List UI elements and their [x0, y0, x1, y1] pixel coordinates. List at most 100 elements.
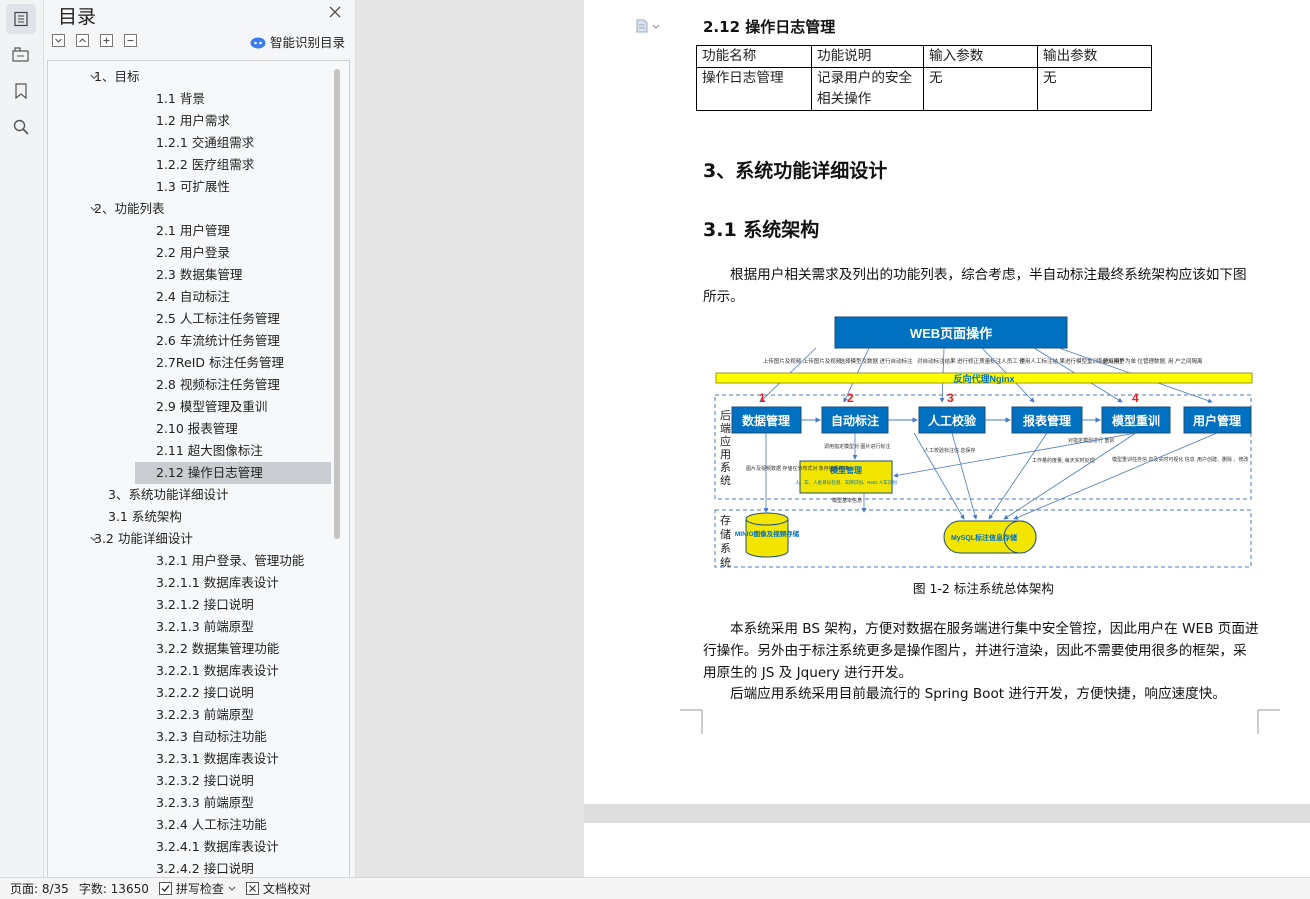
toc-item[interactable]: 3.2.1.2 接口说明: [48, 594, 331, 616]
model-box-sub: 人、车、人脸目标检测、车牌识别、ReID 人车识别: [795, 479, 897, 486]
toc-item-label: 3.2.3.1 数据库表设计: [156, 751, 279, 766]
step-number: 3: [947, 391, 954, 405]
backend-label: 后端应用系统: [720, 409, 731, 487]
toc-item[interactable]: 2.1 用户管理: [48, 220, 331, 242]
toc-item[interactable]: 3.2.4.2 接口说明: [48, 858, 331, 877]
toc-item-label: 3.2.2.2 接口说明: [156, 685, 254, 700]
module-label: 报表管理: [1023, 413, 1071, 428]
toc-item[interactable]: 2.7ReID 标注任务管理: [48, 352, 331, 374]
toc-toolbar: [52, 34, 137, 47]
toc-item[interactable]: 2.6 车流统计任务管理: [48, 330, 331, 352]
toc-pane: 目录 智能识别目录 1、目标 1.1 背景 1.2 用户需求 1.2.1 交通组需求 1…: [44, 0, 356, 878]
toc-item[interactable]: 2.8 视频标注任务管理: [48, 374, 331, 396]
toc-item[interactable]: 3.2.2.2 接口说明: [48, 682, 331, 704]
toc-item[interactable]: 2.12 操作日志管理: [135, 462, 331, 484]
toc-item[interactable]: 3.2.3.1 数据库表设计: [48, 748, 331, 770]
proofread-button[interactable]: 文档校对: [245, 880, 311, 897]
toc-item-label: 3.2.4 人工标注功能: [156, 817, 267, 832]
toc-item[interactable]: 2.4 自动标注: [48, 286, 331, 308]
toc-item[interactable]: 3、系统功能详细设计: [48, 484, 331, 506]
spell-check-label: 拼写检查: [175, 882, 224, 896]
paragraph-1-line2: 所示。: [703, 289, 744, 305]
table-header-cell: 功能名称: [696, 45, 812, 68]
paragraph-1-line1: 根据用户相关需求及列出的功能列表，综合考虑，半自动标注最终系统架构应该如下图: [730, 267, 1247, 283]
toc-item[interactable]: 3.2.2.3 前端原型: [48, 704, 331, 726]
page-indicator[interactable]: 页面: 8/35: [10, 880, 69, 897]
document-outline-icon[interactable]: [636, 18, 662, 37]
side-rail: [0, 0, 44, 877]
toc-item[interactable]: 1.2.1 交通组需求: [48, 132, 331, 154]
note-users: 系统以用户为单 位管理数据, 用 户之间隔离: [1097, 357, 1203, 365]
toc-item[interactable]: 3.2.4.1 数据库表设计: [48, 836, 331, 858]
toc-item[interactable]: 3.2.2 数据集管理功能: [48, 638, 331, 660]
toc-item[interactable]: 3.2.1.3 前端原型: [48, 616, 331, 638]
toc-item-label: 3.2.1.1 数据库表设计: [156, 575, 279, 590]
table-cell-line2: 相关操作: [817, 91, 872, 107]
architecture-diagram: WEB页面操作 上传图片及视频 上传图片及视频 选择模型及数据 进行自动标注 对…: [714, 316, 1253, 569]
toc-item[interactable]: 3.2.2.1 数据库表设计: [48, 660, 331, 682]
minus-icon[interactable]: [124, 34, 137, 47]
toc-item[interactable]: 1.2.2 医疗组需求: [48, 154, 331, 176]
module-label: 数据管理: [742, 413, 790, 428]
toc-item-label: 3.2.1.2 接口说明: [156, 597, 254, 612]
chevron-down-icon: [228, 886, 236, 891]
proofread-icon: [245, 882, 259, 895]
toc-item[interactable]: 3.2.1.1 数据库表设计: [48, 572, 331, 594]
toc-item[interactable]: 1.2 用户需求: [48, 110, 331, 132]
toc-item-label: 3、系统功能详细设计: [108, 487, 229, 502]
toc-item[interactable]: 1、目标: [48, 66, 331, 88]
paragraph-3: 后端应用系统采用目前最流行的 Spring Boot 进行开发，方便快捷，响应速…: [730, 686, 1226, 702]
toc-item[interactable]: 2、功能列表: [48, 198, 331, 220]
search-icon[interactable]: [6, 112, 36, 142]
proofread-label: 文档校对: [262, 882, 311, 896]
toc-item[interactable]: 2.9 模型管理及重训: [48, 396, 331, 418]
toc-item[interactable]: 2.2 用户登录: [48, 242, 331, 264]
close-icon[interactable]: [327, 4, 343, 20]
toc-item-label: 3.2.1.3 前端原型: [156, 619, 254, 634]
note-retrain-info: 模型重训任务信 息及实时可视化 信息: [1112, 456, 1195, 463]
minio-label: MINIO图像及视频存储: [735, 529, 800, 538]
toc-item-label: 2.9 模型管理及重训: [156, 399, 268, 414]
note-auto: 选择模型及数据 进行自动标注: [839, 357, 913, 365]
svg-text:统: 统: [720, 556, 731, 569]
toc-item[interactable]: 2.5 人工标注任务管理: [48, 308, 331, 330]
smart-toc-button[interactable]: 智能识别目录: [250, 32, 345, 51]
toc-item[interactable]: 2.10 报表管理: [48, 418, 331, 440]
storage-label: 存储系统: [720, 513, 731, 569]
spell-check-toggle[interactable]: 拼写检查: [158, 880, 236, 897]
bookmark-icon[interactable]: [6, 76, 36, 106]
toc-item[interactable]: 3.2.1 用户登录、管理功能: [48, 550, 331, 572]
toc-item-label: 3.2.2.3 前端原型: [156, 707, 254, 722]
toc-item[interactable]: 1.3 可扩展性: [48, 176, 331, 198]
toc-item-label: 2.11 超大图像标注: [156, 443, 263, 458]
heading-3: 3、系统功能详细设计: [703, 160, 888, 182]
toc-item[interactable]: 2.3 数据集管理: [48, 264, 331, 286]
toc-item[interactable]: 1.1 背景: [48, 88, 331, 110]
toc-item[interactable]: 3.2.3.3 前端原型: [48, 792, 331, 814]
toc-scrollbar[interactable]: [334, 69, 340, 539]
toc-item[interactable]: 3.2 功能详细设计: [48, 528, 331, 550]
toc-item-label: 1.2.1 交通组需求: [156, 135, 255, 150]
toc-item[interactable]: 3.2.3 自动标注功能: [48, 726, 331, 748]
plus-icon[interactable]: [100, 34, 113, 47]
expand-up-icon[interactable]: [76, 34, 89, 47]
toc-item-label: 1.3 可扩展性: [156, 179, 230, 194]
toc-item[interactable]: 2.11 超大图像标注: [48, 440, 331, 462]
navigation-icon[interactable]: [6, 40, 36, 70]
toc-item-label: 2.5 人工标注任务管理: [156, 311, 280, 326]
toc-panel-icon[interactable]: [6, 4, 36, 34]
web-label: WEB页面操作: [910, 326, 992, 341]
toc-item[interactable]: 3.2.3.2 接口说明: [48, 770, 331, 792]
module-label: 人工校验: [928, 413, 977, 428]
document-page-next: [584, 823, 1310, 877]
toc-item[interactable]: 3.1 系统架构: [48, 506, 331, 528]
toc-item-label: 2.7ReID 标注任务管理: [156, 355, 284, 370]
collapse-down-icon[interactable]: [52, 34, 65, 47]
toc-item[interactable]: 3.2.4 人工标注功能: [48, 814, 331, 836]
module-label: 自动标注: [831, 413, 879, 428]
word-count[interactable]: 字数: 13650: [79, 880, 149, 897]
toc-tree: 1、目标 1.1 背景 1.2 用户需求 1.2.1 交通组需求 1.2.2 医疗组需求…: [47, 60, 350, 878]
smart-toc-label: 智能识别目录: [269, 35, 345, 50]
figure-caption: 图 1-2 标注系统总体架构: [913, 581, 1054, 596]
toc-item-label: 3.2.1 用户登录、管理功能: [156, 553, 305, 568]
